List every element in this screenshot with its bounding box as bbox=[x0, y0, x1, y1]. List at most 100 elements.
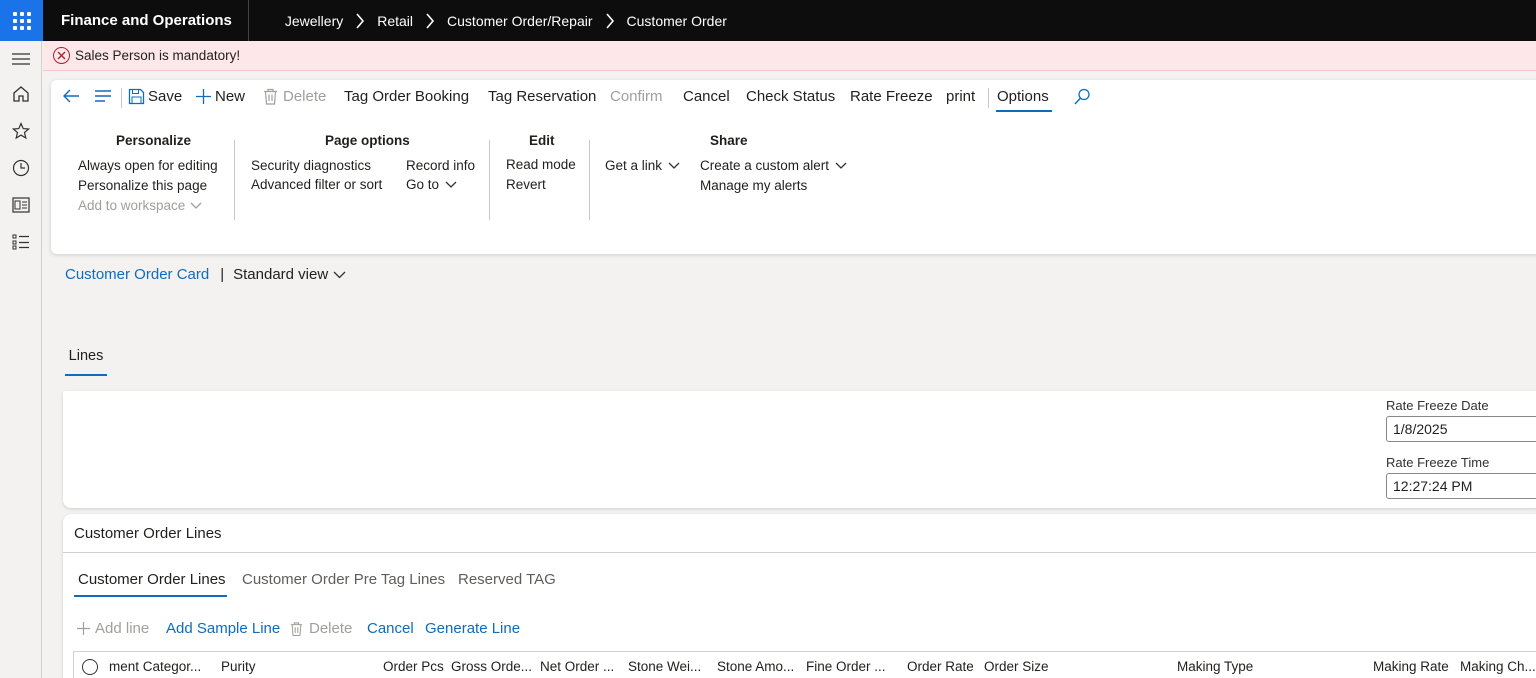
app-title[interactable]: Finance and Operations bbox=[43, 0, 249, 41]
tab-lines[interactable]: Lines bbox=[65, 348, 107, 376]
error-icon bbox=[53, 47, 70, 64]
section-title[interactable]: Customer Order Lines bbox=[74, 525, 222, 542]
back-icon[interactable] bbox=[61, 88, 81, 104]
column-header[interactable]: Making Rate bbox=[1373, 659, 1449, 674]
add-line-button[interactable]: Add line bbox=[76, 620, 149, 637]
chevron-down-icon bbox=[835, 162, 847, 169]
lines-grid-header: ment Categor... Purity Order Pcs Gross O… bbox=[73, 651, 1536, 678]
personalize-this-page[interactable]: Personalize this page bbox=[78, 178, 207, 193]
chevron-down-icon bbox=[668, 162, 680, 169]
list-icon[interactable] bbox=[0, 227, 42, 257]
select-all-radio[interactable] bbox=[82, 659, 98, 675]
add-to-workspace-label: Add to workspace bbox=[78, 198, 186, 213]
go-to[interactable]: Go to bbox=[406, 177, 457, 192]
column-header[interactable]: Fine Order ... bbox=[806, 659, 886, 674]
trash-icon bbox=[264, 88, 277, 105]
add-to-workspace[interactable]: Add to workspace bbox=[78, 198, 202, 213]
lines-delete-label: Delete bbox=[309, 620, 353, 637]
advanced-filter-or-sort[interactable]: Advanced filter or sort bbox=[251, 177, 382, 192]
hamburger-icon[interactable] bbox=[0, 44, 42, 74]
column-header[interactable]: Stone Wei... bbox=[628, 659, 701, 674]
generate-line-button[interactable]: Generate Line bbox=[425, 620, 520, 637]
print-button[interactable]: print bbox=[946, 88, 975, 105]
tag-reservation-button[interactable]: Tag Reservation bbox=[488, 88, 596, 105]
chevron-right-icon bbox=[355, 12, 365, 29]
save-icon bbox=[128, 88, 145, 105]
view-separator: | bbox=[220, 266, 225, 283]
rate-freeze-time-field[interactable]: 12:27:24 PM bbox=[1386, 473, 1536, 499]
rate-freeze-date-field[interactable]: 1/8/2025 bbox=[1386, 416, 1536, 442]
plus-icon bbox=[77, 622, 90, 635]
breadcrumb-jewellery[interactable]: Jewellery bbox=[285, 13, 343, 29]
column-header[interactable]: Order Size bbox=[984, 659, 1049, 674]
rate-freeze-date-label: Rate Freeze Date bbox=[1386, 398, 1489, 413]
home-icon[interactable] bbox=[0, 79, 42, 109]
revert[interactable]: Revert bbox=[506, 177, 546, 192]
group-divider bbox=[589, 140, 590, 220]
toolbar-divider bbox=[121, 88, 122, 108]
column-header[interactable]: Net Order ... bbox=[540, 659, 614, 674]
column-header[interactable]: ment Categor... bbox=[109, 659, 201, 674]
tag-order-booking-button[interactable]: Tag Order Booking bbox=[344, 88, 469, 105]
section-divider bbox=[63, 552, 1536, 553]
page-title[interactable]: Customer Order Card bbox=[65, 266, 209, 283]
top-navigation-bar: Finance and Operations Jewellery Retail … bbox=[0, 0, 1536, 41]
breadcrumb-customer-order[interactable]: Customer Order bbox=[627, 13, 727, 29]
active-subtab-indicator bbox=[74, 595, 227, 597]
save-button[interactable]: Save bbox=[128, 88, 182, 105]
create-a-custom-alert-label: Create a custom alert bbox=[700, 158, 830, 173]
chevron-down-icon bbox=[190, 202, 202, 209]
read-mode[interactable]: Read mode bbox=[506, 157, 576, 172]
new-button[interactable]: New bbox=[195, 88, 245, 105]
tab-customer-order-pre-tag-lines[interactable]: Customer Order Pre Tag Lines bbox=[242, 571, 445, 588]
star-icon[interactable] bbox=[0, 116, 42, 146]
tab-reserved-tag[interactable]: Reserved TAG bbox=[458, 571, 556, 588]
rate-freeze-time-label: Rate Freeze Time bbox=[1386, 455, 1490, 470]
rate-freeze-panel: Rate Freeze Date 1/8/2025 Rate Freeze Ti… bbox=[63, 391, 1536, 508]
breadcrumb: Jewellery Retail Customer Order/Repair C… bbox=[285, 13, 727, 29]
view-bar: Customer Order Card | Standard view bbox=[65, 266, 346, 283]
add-line-label: Add line bbox=[95, 620, 150, 637]
workspace-icon[interactable] bbox=[0, 190, 42, 220]
breadcrumb-retail[interactable]: Retail bbox=[377, 13, 413, 29]
error-message: Sales Person is mandatory! bbox=[75, 48, 241, 63]
cancel-button[interactable]: Cancel bbox=[683, 88, 730, 105]
view-name: Standard view bbox=[233, 266, 329, 283]
record-info[interactable]: Record info bbox=[406, 158, 475, 173]
column-header[interactable]: Order Rate bbox=[907, 659, 974, 674]
add-sample-line-button[interactable]: Add Sample Line bbox=[166, 620, 280, 637]
check-status-button[interactable]: Check Status bbox=[746, 88, 835, 105]
personalize-group-title: Personalize bbox=[116, 133, 192, 148]
waffle-icon[interactable] bbox=[0, 0, 43, 41]
delete-label: Delete bbox=[283, 88, 327, 105]
plus-icon bbox=[196, 89, 211, 104]
rate-freeze-button[interactable]: Rate Freeze bbox=[850, 88, 933, 105]
options-tab-indicator bbox=[996, 110, 1052, 112]
column-header[interactable]: Stone Amo... bbox=[717, 659, 794, 674]
lines-delete-button[interactable]: Delete bbox=[290, 620, 352, 637]
breadcrumb-customer-order-repair[interactable]: Customer Order/Repair bbox=[447, 13, 593, 29]
chevron-down-icon bbox=[445, 181, 457, 188]
search-icon[interactable] bbox=[1073, 88, 1091, 106]
always-open-for-editing[interactable]: Always open for editing bbox=[78, 158, 218, 173]
confirm-button[interactable]: Confirm bbox=[610, 88, 663, 105]
security-diagnostics[interactable]: Security diagnostics bbox=[251, 158, 371, 173]
column-header[interactable]: Gross Orde... bbox=[451, 659, 532, 674]
tab-customer-order-lines[interactable]: Customer Order Lines bbox=[78, 571, 226, 588]
chevron-down-icon bbox=[333, 271, 346, 278]
column-header[interactable]: Order Pcs bbox=[383, 659, 444, 674]
tab-options[interactable]: Options bbox=[997, 88, 1049, 105]
column-header[interactable]: Making Type bbox=[1177, 659, 1253, 674]
manage-my-alerts[interactable]: Manage my alerts bbox=[700, 178, 807, 193]
customer-order-lines-section: Customer Order Lines Customer Order Line… bbox=[63, 514, 1536, 678]
view-selector[interactable]: Standard view bbox=[233, 266, 346, 283]
column-header[interactable]: Making Ch... bbox=[1460, 659, 1536, 674]
lines-cancel-button[interactable]: Cancel bbox=[367, 620, 414, 637]
delete-button[interactable]: Delete bbox=[263, 88, 326, 105]
column-header[interactable]: Purity bbox=[221, 659, 256, 674]
lines-icon[interactable] bbox=[93, 88, 113, 104]
create-a-custom-alert[interactable]: Create a custom alert bbox=[700, 158, 847, 173]
get-a-link[interactable]: Get a link bbox=[605, 158, 680, 173]
action-pane: Save New Delete Tag Order Booking Tag Re… bbox=[51, 80, 1536, 254]
clock-icon[interactable] bbox=[0, 153, 42, 183]
